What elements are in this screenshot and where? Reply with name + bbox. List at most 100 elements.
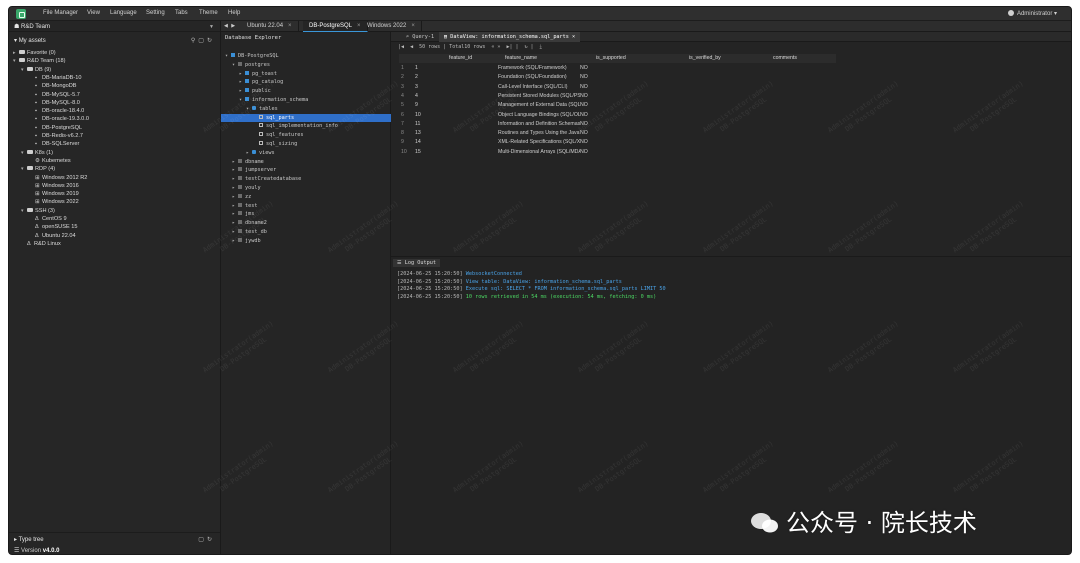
explorer-tree-item[interactable]: sql_features — [221, 131, 391, 140]
close-icon[interactable]: × — [288, 23, 292, 29]
query-tab[interactable]: ⌕ Query-1 — [401, 32, 439, 42]
asset-tree-item[interactable]: Δ CentOS 9 — [29, 215, 67, 223]
explorer-tree-item[interactable]: ▸ test — [221, 202, 391, 211]
table-row[interactable]: 2 2 Foundation (SQL/Foundation) NO — [399, 73, 836, 82]
asset-tree-item[interactable]: ⬩ DB-SQLServer — [29, 140, 79, 148]
table-row[interactable]: 10 15 Multi-Dimensional Arrays (SQL/MDA) NO — [399, 148, 836, 157]
explorer-tree-item[interactable]: sql_sizing — [221, 140, 391, 149]
asset-tree-item[interactable]: ▾ RDP (4) — [21, 165, 55, 173]
table-cell — [689, 101, 771, 110]
refresh-icon[interactable]: ↻ — [525, 44, 528, 50]
asset-tree-item[interactable]: ▾ DB (9) — [21, 66, 51, 74]
menu-setting[interactable]: Setting — [146, 10, 165, 16]
asset-tree-item[interactable]: ⬩ DB-oracle-19.3.0.0 — [29, 115, 89, 123]
asset-tree-item[interactable]: ▾ R&D Team (18) — [13, 57, 65, 65]
asset-tree-item[interactable]: ⬩ DB-MariaDB-10 — [29, 74, 81, 82]
db-icon: ⬩ — [35, 133, 37, 139]
rows-per-page[interactable]: 50 rows — [419, 44, 440, 50]
explorer-tree-item[interactable]: ▾ DB-PostgreSQL — [221, 52, 391, 61]
asset-tree-item[interactable]: ⬩ DB-PostgreSQL — [29, 124, 82, 132]
asset-tree-item[interactable]: ΔopenSUSE 15 — [29, 223, 77, 231]
explorer-tree-item[interactable]: ▸ youly — [221, 184, 391, 193]
menu-view[interactable]: View — [87, 10, 100, 16]
table-row[interactable]: 9 14 XML-Related Specifications (SQL/XML) N… — [399, 138, 836, 147]
asset-tree-item[interactable]: ⊞ Windows 2016 — [29, 182, 79, 190]
download-icon[interactable]: ⤓ — [540, 44, 542, 50]
session-tab[interactable]: Ubuntu 22.04 × — [241, 21, 299, 32]
table-row[interactable]: 1 1 Framework (SQL/Framework) NO — [399, 64, 836, 73]
menu-theme[interactable]: Theme — [199, 10, 218, 16]
explorer-tree-label: sql_sizing — [266, 141, 298, 147]
menu-tabs[interactable]: Tabs — [175, 10, 188, 16]
column-header[interactable]: comments — [773, 54, 836, 63]
explorer-tree-item[interactable]: ▸ jumpserver — [221, 166, 391, 175]
team-selector[interactable]: ☗ R&D Team ▼ — [9, 21, 220, 32]
asset-tree-item[interactable]: ⊞ Windows 2012 R2 — [29, 174, 87, 182]
asset-tree-item[interactable]: ⊞ Windows 2019 — [29, 190, 79, 198]
explorer-tree-item[interactable]: sql_implementation_info — [221, 122, 391, 131]
next-icon[interactable]: » — [497, 44, 500, 50]
first-page-icon[interactable]: |◀ — [398, 44, 404, 50]
my-assets-header[interactable]: ▾ My assets ⚲▢↻ — [9, 34, 220, 46]
asset-tree-label: DB-MongoDB — [42, 83, 77, 90]
explorer-tree-item[interactable]: ▾ information_schema — [221, 96, 391, 105]
menu-help[interactable]: Help — [228, 10, 240, 16]
explorer-tree-item[interactable]: ▸ jywdb — [221, 237, 391, 246]
prev-page-icon[interactable]: ◀ — [410, 44, 413, 50]
asset-tree-item[interactable]: ▸ Favorite (0) — [13, 49, 56, 57]
explorer-tree-item[interactable]: ▸ dbname2 — [221, 219, 391, 228]
type-tree-header[interactable]: ▸ Type tree ▢↻ — [9, 532, 220, 544]
session-tab[interactable]: Windows 2022 × — [361, 21, 422, 32]
explorer-tree-item[interactable]: ▾ postgres — [221, 61, 391, 70]
explorer-tree-item[interactable]: ▸ pg_catalog — [221, 78, 391, 87]
column-header[interactable]: is_verified_by — [689, 54, 771, 63]
asset-tree-item[interactable]: ⬩ DB-oracle-18.4.0 — [29, 107, 84, 115]
menu-file-manager[interactable]: File Manager — [43, 10, 78, 16]
table-row[interactable]: 7 11 Information and Definition Schemas (S… — [399, 120, 836, 129]
tab-nav-arrows-icon[interactable]: ◀ ▶ — [224, 23, 236, 29]
explorer-tree-item[interactable]: ▸ zz — [221, 193, 391, 202]
table-row[interactable]: 4 4 Persistent Stored Modules (SQL/PSM) NO — [399, 92, 836, 101]
explorer-tree-item[interactable]: ▸ testCreatedatabase — [221, 175, 391, 184]
column-header[interactable]: is_supported — [596, 54, 688, 63]
asset-tree-label: DB-PostgreSQL — [42, 124, 83, 131]
explorer-tree-item[interactable]: ▸ views — [221, 149, 391, 158]
table-row[interactable]: 5 9 Management of External Data (SQL/MED)N… — [399, 101, 836, 110]
collapse-icon[interactable]: ▢ — [198, 537, 207, 543]
table-row[interactable]: 3 3 Call-Level Interface (SQL/CLI) NO — [399, 83, 836, 92]
asset-tree-item[interactable]: ⬩ DB-Redis-v6.2.7 — [29, 132, 83, 140]
table-row[interactable]: 6 10 Object Language Bindings (SQL/OLB) NO — [399, 111, 836, 120]
prev-icon[interactable]: « — [491, 44, 494, 50]
asset-tree-item[interactable]: Δ Ubuntu 22.04 — [29, 232, 76, 240]
query-tab[interactable]: ▤ DataView: information_schema.sql_parts… — [439, 32, 581, 42]
close-icon[interactable]: × — [411, 23, 415, 29]
collapse-icon[interactable]: ▢ — [198, 38, 207, 44]
explorer-tree-item[interactable]: ▸ pg_toast — [221, 70, 391, 79]
last-page-icon[interactable]: ▶| — [506, 44, 512, 50]
column-header[interactable]: feature_name — [505, 54, 589, 63]
asset-tree-item[interactable]: ⬩ DB-MySQL-5.7 — [29, 91, 80, 99]
asset-tree-item[interactable]: Δ R&D Linux — [21, 240, 61, 248]
asset-tree-item[interactable]: ▾ SSH (3) — [21, 207, 55, 215]
asset-tree-item[interactable]: ⊞ Windows 2022 — [29, 198, 79, 206]
asset-tree-item[interactable]: ▾ K8s (1) — [21, 149, 53, 157]
explorer-tree-item[interactable]: ▾ tables — [221, 105, 391, 114]
explorer-tree-item[interactable]: ▸ jms — [221, 210, 391, 219]
asset-tree-item[interactable]: ⬩ DB-MongoDB — [29, 82, 77, 90]
close-icon[interactable]: × — [569, 34, 575, 40]
explorer-tree-item[interactable]: sql_parts — [221, 113, 391, 123]
explorer-tree-item[interactable]: ▸ dbname — [221, 158, 391, 167]
asset-tree-item[interactable]: ⬩ DB-MySQL-8.0 — [29, 99, 80, 107]
asset-tree-item[interactable]: ⚙ Kubernetes — [29, 157, 71, 165]
refresh-icon[interactable]: ↻ — [207, 38, 215, 44]
menu-language[interactable]: Language — [110, 10, 137, 16]
folder-icon — [27, 66, 33, 71]
explorer-tree-item[interactable]: ▸ test_db — [221, 228, 391, 237]
version-number: v4.0.0 — [42, 548, 60, 554]
refresh-icon[interactable]: ↻ — [207, 537, 215, 543]
explorer-tree-item[interactable]: ▸ public — [221, 87, 391, 96]
log-output-tab[interactable]: ☰ Log Output — [393, 259, 441, 267]
user-menu[interactable]: Administrator ▾ — [1007, 10, 1057, 17]
session-tab[interactable]: DB-PostgreSQL × — [303, 21, 368, 32]
table-row[interactable]: 8 13 Routines and Types Using the Java Pro… — [399, 129, 836, 138]
